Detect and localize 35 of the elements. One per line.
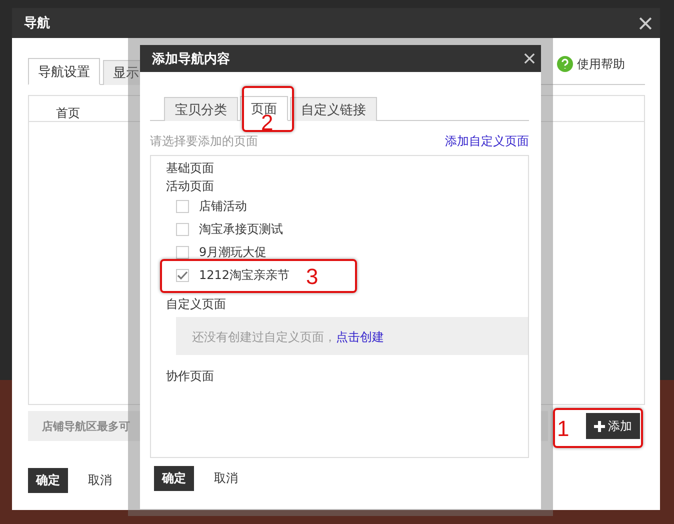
cancel-button[interactable]: 取消 bbox=[208, 469, 244, 488]
empty-text: 还没有创建过自定义页面， bbox=[192, 330, 336, 344]
help-link[interactable]: 使用帮助 bbox=[557, 56, 625, 72]
nav-item[interactable]: 首页 bbox=[56, 106, 80, 120]
step-number: 1 bbox=[557, 418, 570, 440]
tab[interactable]: 导航设置 bbox=[28, 58, 100, 85]
close-icon[interactable] bbox=[524, 53, 535, 64]
add-custom-page-link[interactable]: 添加自定义页面 bbox=[445, 132, 529, 150]
checkbox[interactable] bbox=[176, 246, 189, 259]
section-heading: 基础页面 bbox=[166, 160, 215, 177]
confirm-button[interactable]: 确定 bbox=[154, 466, 194, 491]
checkbox[interactable] bbox=[176, 200, 189, 213]
section-heading: 活动页面 bbox=[166, 178, 215, 195]
dialog-title: 添加导航内容 bbox=[152, 50, 230, 68]
step-number: 3 bbox=[306, 266, 318, 288]
page-label: 1212淘宝亲亲节 bbox=[199, 267, 290, 284]
page-label: 9月潮玩大促 bbox=[199, 244, 267, 261]
checkbox[interactable] bbox=[176, 223, 189, 236]
help-icon bbox=[557, 56, 573, 72]
dialog-title: 导航 bbox=[24, 14, 50, 32]
section-heading: 协作页面 bbox=[166, 368, 215, 385]
create-link[interactable]: 点击创建 bbox=[336, 330, 384, 344]
tab[interactable]: 自定义链接 bbox=[290, 97, 377, 121]
prompt-text: 请选择要添加的页面 bbox=[150, 132, 258, 150]
confirm-button[interactable]: 确定 bbox=[28, 468, 68, 493]
highlight-frame bbox=[242, 86, 294, 132]
page-label: 淘宝承接页测试 bbox=[199, 221, 283, 238]
close-icon[interactable] bbox=[639, 16, 652, 30]
cancel-button[interactable]: 取消 bbox=[82, 471, 118, 490]
section-heading: 自定义页面 bbox=[166, 296, 227, 313]
page-label: 店铺活动 bbox=[199, 198, 247, 215]
plus-icon bbox=[594, 420, 605, 432]
checkbox[interactable] bbox=[176, 269, 189, 282]
add-button[interactable]: 添加 bbox=[586, 413, 640, 439]
tab[interactable]: 宝贝分类 bbox=[164, 97, 238, 121]
